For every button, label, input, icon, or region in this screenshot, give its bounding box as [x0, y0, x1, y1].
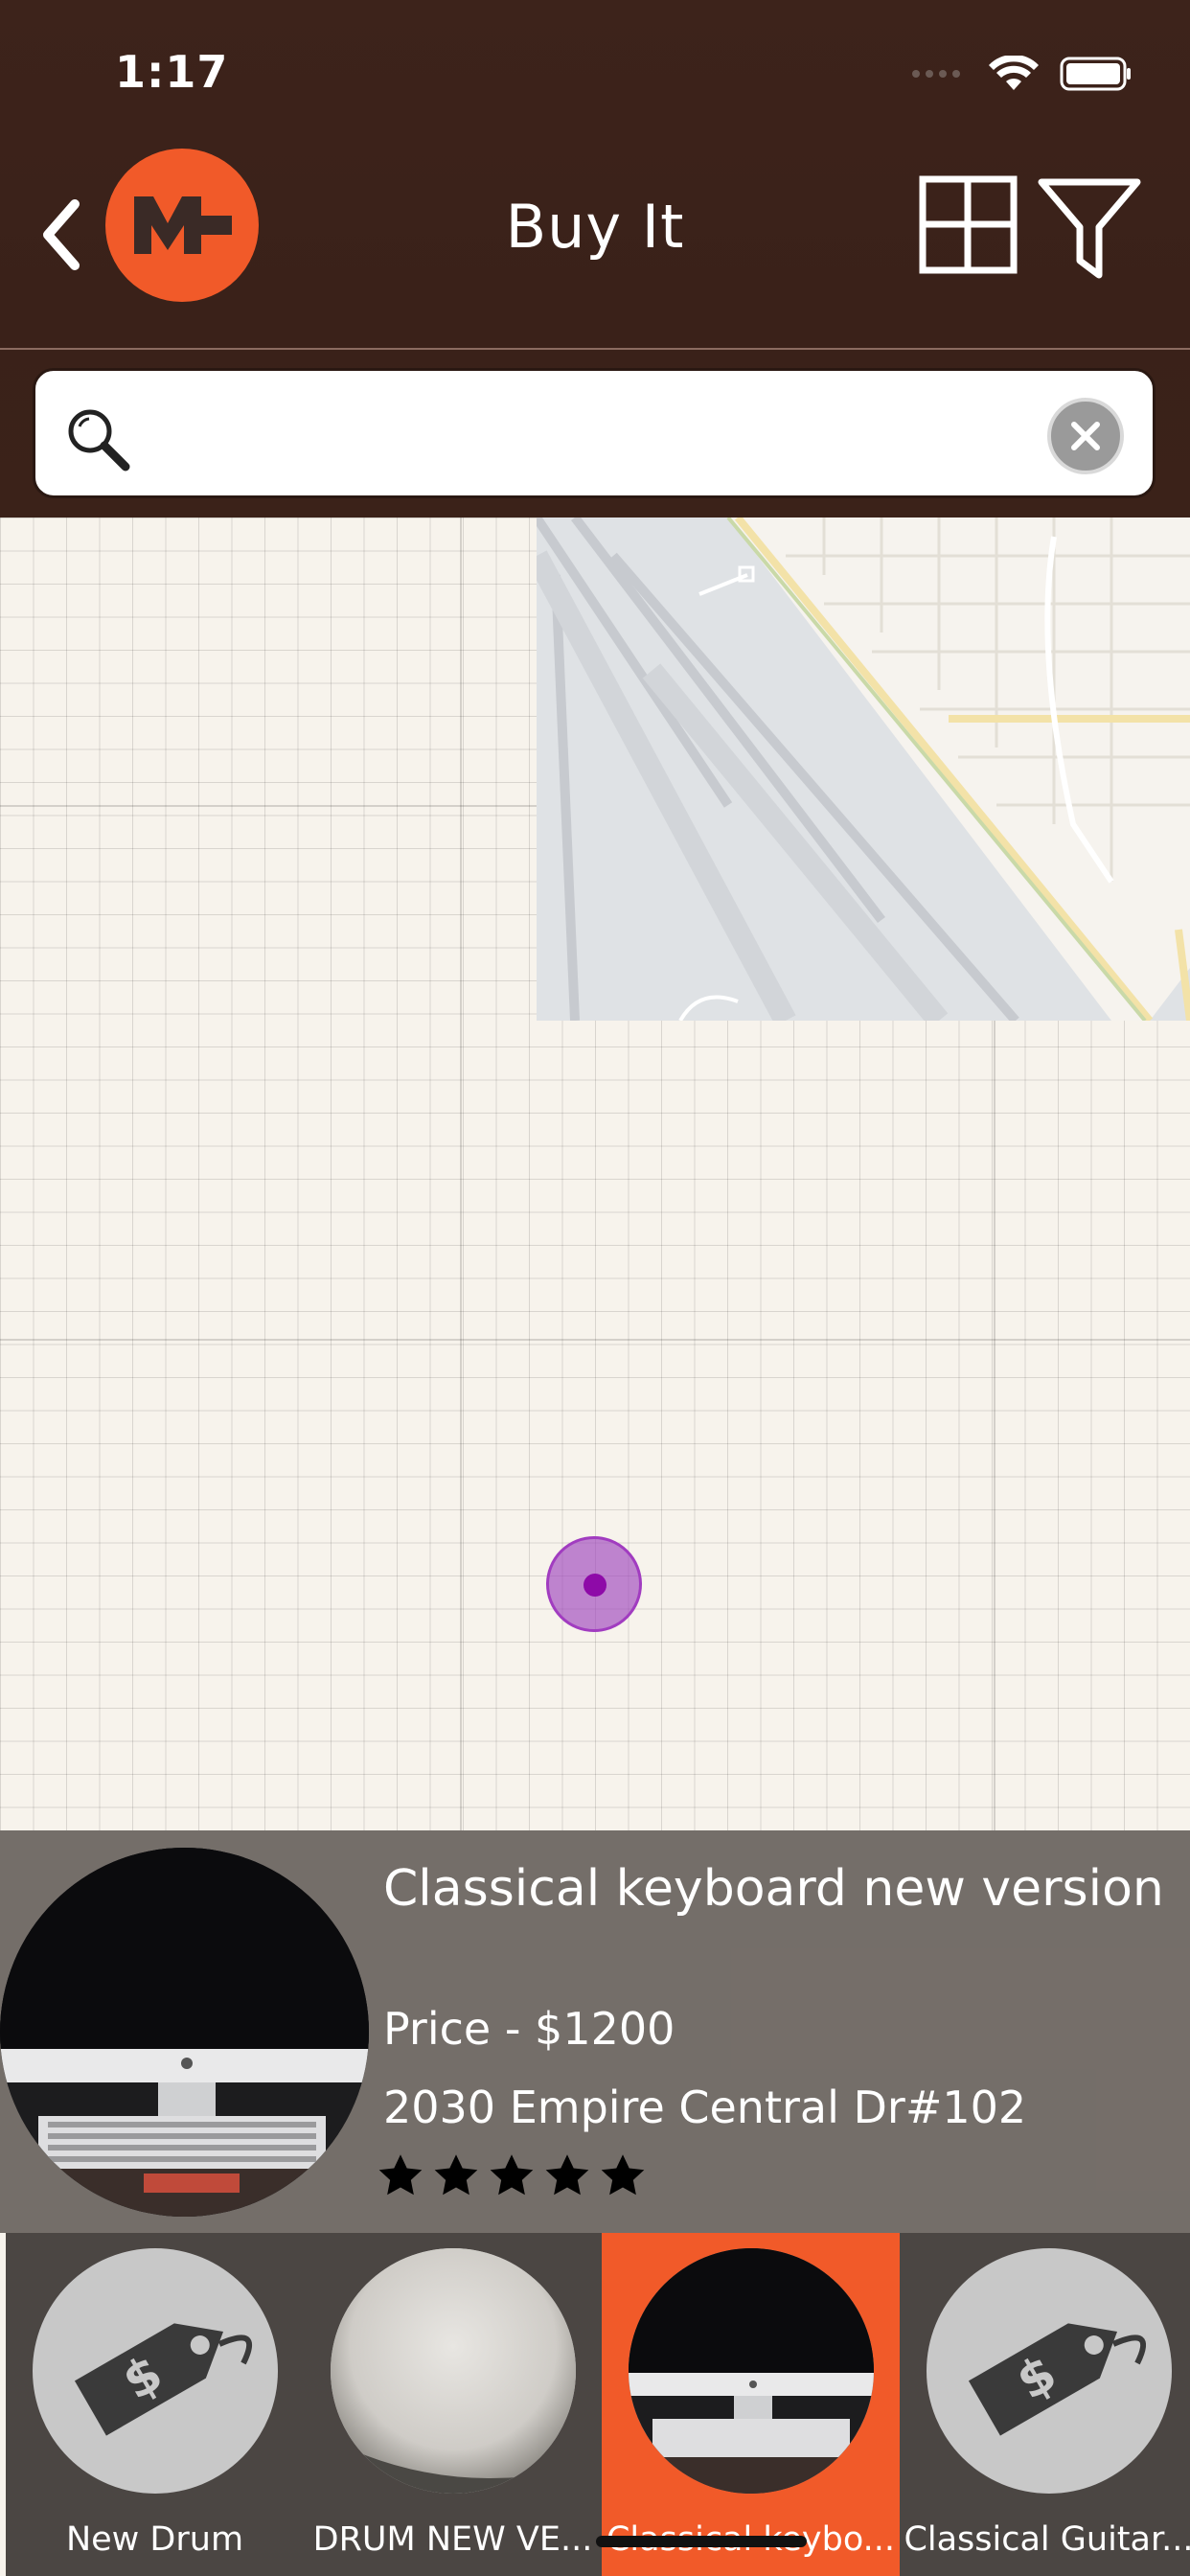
status-time: 1:17 [115, 46, 229, 98]
computer-photo [0, 1848, 369, 2217]
listing-detail-card[interactable]: Classical keyboard new version Price - $… [0, 1830, 1190, 2233]
battery-icon [1060, 57, 1131, 91]
nav-bar: Buy It [0, 144, 1190, 350]
listing-address: 2030 Empire Central Dr#102 [383, 2082, 1027, 2133]
search-icon [68, 409, 130, 472]
app-header: 1:17 Buy It [0, 0, 1190, 518]
signal-icon [912, 70, 960, 78]
listing-card-label: New Drum [65, 2520, 244, 2559]
search-bar [33, 368, 1156, 498]
drum-photo [331, 2248, 576, 2494]
price-tag-icon: $ [74, 2323, 253, 2436]
listings-carousel[interactable]: $ New Drum DRUM NEW VE... keybo... $ Cla… [6, 2233, 1190, 2576]
listing-thumbnail: $ [927, 2248, 1172, 2494]
current-location-marker[interactable] [546, 1536, 642, 1632]
listing-name: Classical keyboard new version [383, 1860, 1164, 1918]
listing-card-selected[interactable]: Classical keybo... [602, 2233, 900, 2576]
listing-card-label: Classical Guitar... [904, 2520, 1190, 2559]
listing-card[interactable]: $ New Drum [6, 2233, 304, 2576]
listing-card-label: DRUM NEW VE... [312, 2520, 593, 2559]
listing-thumbnail [331, 2248, 576, 2494]
star-icon [601, 2154, 645, 2196]
search-input[interactable] [150, 390, 1045, 478]
listing-rating [376, 2151, 648, 2201]
listing-photo [0, 1848, 369, 2217]
listing-price: Price - $1200 [383, 2003, 675, 2055]
map-grid-line [0, 1339, 1190, 1341]
listing-thumbnail: $ [33, 2248, 278, 2494]
listing-card[interactable]: $ Classical Guitar... [900, 2233, 1190, 2576]
price-tag-icon: $ [968, 2323, 1147, 2436]
grid-view-icon [919, 175, 1018, 274]
listing-thumbnail [629, 2248, 874, 2494]
filter-icon [1038, 178, 1141, 279]
star-icon [434, 2154, 478, 2196]
location-dot [584, 1574, 606, 1597]
star-icon [378, 2154, 423, 2196]
map-tile [537, 518, 1190, 1021]
home-indicator [596, 2536, 807, 2547]
grid-view-button[interactable] [918, 174, 1018, 275]
wifi-icon [989, 56, 1039, 90]
map-grid-line [460, 518, 462, 1830]
map-view[interactable] [0, 518, 1190, 1830]
filter-button[interactable] [1037, 174, 1142, 280]
listing-card[interactable]: DRUM NEW VE... [304, 2233, 602, 2576]
status-bar: 1:17 [0, 0, 1190, 144]
clear-icon [1071, 422, 1100, 450]
status-icons [910, 56, 1133, 92]
clear-search-button[interactable] [1047, 398, 1124, 474]
star-icon [490, 2154, 534, 2196]
star-icon [545, 2154, 589, 2196]
header-divider [0, 348, 1190, 350]
computer-photo [629, 2248, 874, 2494]
